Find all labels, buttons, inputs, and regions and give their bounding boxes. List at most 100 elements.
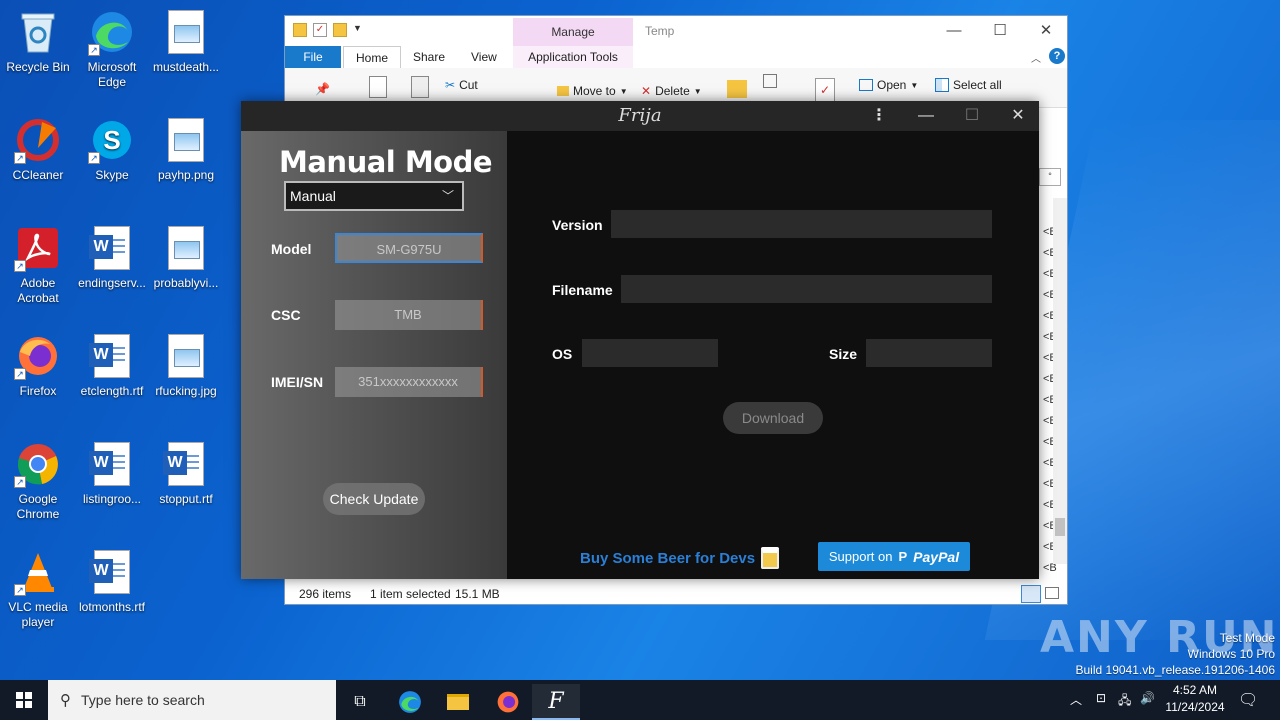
desktop-icon-file[interactable]: W endingserv... bbox=[74, 224, 150, 291]
desktop-icon-label: CCleaner bbox=[12, 168, 64, 182]
new-item-icon[interactable] bbox=[763, 74, 777, 88]
copy-icon[interactable] bbox=[369, 76, 387, 98]
desktop-icon-edge[interactable]: ↗ Microsoft Edge bbox=[74, 8, 150, 90]
open-button[interactable]: Open ▼ bbox=[859, 78, 918, 92]
download-button[interactable]: Download bbox=[723, 402, 823, 434]
select-all-button[interactable]: Select all bbox=[935, 78, 1002, 92]
test-mode-label: Test Mode bbox=[1219, 631, 1275, 645]
properties-icon[interactable]: ✓ bbox=[815, 78, 835, 102]
clock-time: 4:52 AM bbox=[1172, 683, 1218, 697]
select-all-label: Select all bbox=[953, 78, 1002, 92]
network-icon[interactable]: 🖧 bbox=[1118, 691, 1131, 712]
imei-input[interactable]: 351xxxxxxxxxxxx bbox=[335, 367, 483, 397]
mode-dropdown-value: Manual bbox=[290, 188, 336, 204]
scissors-icon: ✂ bbox=[445, 78, 456, 92]
firefox-icon: ↗ bbox=[14, 332, 62, 380]
cut-button[interactable]: ✂ Cut bbox=[445, 78, 478, 92]
desktop-icon-firefox[interactable]: ↗ Firefox bbox=[0, 332, 76, 399]
taskbar-clock[interactable]: 4:52 AM 11/24/2024 bbox=[1160, 682, 1230, 716]
network-device-icon[interactable]: ⊡ bbox=[1096, 691, 1106, 705]
chevron-down-icon[interactable]: ▼ bbox=[353, 23, 367, 37]
more-options-icon[interactable]: ⋮ bbox=[856, 101, 902, 131]
frija-taskbar-icon[interactable]: F bbox=[532, 684, 580, 720]
csc-label: CSC bbox=[271, 307, 301, 323]
task-view-icon[interactable]: ⧉ bbox=[336, 684, 384, 720]
beer-mug-icon bbox=[761, 547, 780, 569]
model-input[interactable]: SM-G975U bbox=[335, 233, 483, 263]
frija-window[interactable]: Frija ⋮ — ☐ ✕ Manual Mode Manual ﹀ Model… bbox=[241, 101, 1039, 579]
explorer-titlebar[interactable]: ✓ ▼ Manage Temp — ☐ ✕ bbox=[285, 16, 1067, 46]
move-to-button[interactable]: Move to ▼ bbox=[557, 84, 628, 98]
pin-icon[interactable]: 📌 bbox=[315, 82, 330, 96]
close-button[interactable]: ✕ bbox=[1023, 20, 1069, 44]
large-icons-view-icon[interactable] bbox=[1045, 587, 1059, 599]
maximize-button[interactable]: ☐ bbox=[949, 101, 995, 131]
desktop-icon-label: Firefox bbox=[19, 384, 57, 398]
properties-icon[interactable]: ✓ bbox=[313, 23, 327, 37]
csc-input[interactable]: TMB bbox=[335, 300, 483, 330]
chevron-down-icon: ﹀ bbox=[441, 189, 454, 203]
desktop-icon-label: endingserv... bbox=[78, 276, 146, 290]
tab-file[interactable]: File bbox=[285, 46, 341, 68]
maximize-button[interactable]: ☐ bbox=[977, 20, 1023, 44]
build-label: Build 19041.vb_release.191206-1406 bbox=[1075, 663, 1276, 677]
desktop-icon-file[interactable]: probablyvi... bbox=[148, 224, 224, 291]
scrollbar-thumb[interactable] bbox=[1055, 518, 1065, 536]
desktop-icon-recycle-bin[interactable]: Recycle Bin bbox=[0, 8, 76, 75]
desktop-icon-file[interactable]: W etclength.rtf bbox=[74, 332, 150, 399]
volume-icon[interactable]: 🔊 bbox=[1140, 691, 1155, 705]
start-button[interactable] bbox=[0, 680, 48, 720]
collapse-ribbon-icon[interactable]: ︿ bbox=[1031, 50, 1041, 65]
tab-view[interactable]: View bbox=[459, 46, 509, 68]
minimize-button[interactable]: — bbox=[903, 101, 949, 131]
word-file-icon: W bbox=[88, 332, 136, 380]
vertical-scrollbar[interactable] bbox=[1053, 198, 1067, 564]
details-view-icon[interactable] bbox=[1021, 585, 1041, 603]
mode-dropdown[interactable]: Manual ﹀ bbox=[284, 181, 464, 211]
status-bar: 296 items 1 item selected 15.1 MB bbox=[285, 584, 1067, 604]
tab-share[interactable]: Share bbox=[401, 46, 457, 68]
new-folder-icon[interactable] bbox=[333, 23, 347, 37]
new-folder-icon[interactable] bbox=[727, 80, 747, 98]
status-size: 15.1 MB bbox=[455, 587, 500, 601]
desktop-icon-label: VLC media player bbox=[8, 600, 68, 629]
tab-application-tools[interactable]: Application Tools bbox=[513, 46, 633, 68]
desktop-icon-skype[interactable]: S ↗ Skype bbox=[74, 116, 150, 183]
image-file-icon bbox=[162, 224, 210, 272]
file-explorer-taskbar-icon[interactable] bbox=[434, 684, 482, 720]
desktop-icon-label: mustdeath... bbox=[152, 60, 220, 74]
folder-icon[interactable] bbox=[293, 23, 307, 37]
buy-beer-link[interactable]: Buy Some Beer for Devs bbox=[580, 547, 780, 569]
desktop-icon-vlc[interactable]: ↗ VLC media player bbox=[0, 548, 76, 630]
close-button[interactable]: ✕ bbox=[995, 101, 1041, 131]
desktop-icon-file[interactable]: mustdeath... bbox=[148, 8, 224, 75]
size-label: Size bbox=[829, 346, 858, 362]
frija-right-panel: Version Filename OS Size Download Buy So… bbox=[507, 131, 1039, 579]
desktop-icon-file[interactable]: rfucking.jpg bbox=[148, 332, 224, 399]
vlc-icon: ↗ bbox=[14, 548, 62, 596]
paste-icon[interactable] bbox=[411, 76, 429, 98]
delete-button[interactable]: ✕ Delete ▼ bbox=[641, 84, 702, 98]
taskbar-search-box[interactable]: ⚲ Type here to search bbox=[48, 680, 336, 720]
desktop-icon-ccleaner[interactable]: ↗ CCleaner bbox=[0, 116, 76, 183]
chrome-icon: ↗ bbox=[14, 440, 62, 488]
help-icon[interactable]: ? bbox=[1049, 48, 1065, 64]
edge-taskbar-icon[interactable] bbox=[386, 684, 434, 720]
desktop-icon-file[interactable]: W listingroo... bbox=[74, 440, 150, 507]
desktop-icon-file[interactable]: payhp.png bbox=[148, 116, 224, 183]
tab-home[interactable]: Home bbox=[343, 46, 402, 68]
image-file-icon bbox=[162, 8, 210, 56]
notifications-icon[interactable]: 🗨 bbox=[1238, 690, 1258, 710]
manage-tab[interactable]: Manage bbox=[513, 18, 633, 46]
minimize-button[interactable]: — bbox=[931, 20, 977, 44]
firefox-taskbar-icon[interactable] bbox=[484, 684, 532, 720]
desktop-icon-acrobat[interactable]: ↗ Adobe Acrobat bbox=[0, 224, 76, 306]
version-field bbox=[611, 210, 992, 238]
desktop-icon-chrome[interactable]: ↗ Google Chrome bbox=[0, 440, 76, 522]
show-hidden-icons[interactable]: ︿ bbox=[1070, 691, 1082, 708]
desktop-icon-file[interactable]: W lotmonths.rtf bbox=[74, 548, 150, 615]
frija-titlebar[interactable]: Frija ⋮ — ☐ ✕ bbox=[241, 101, 1039, 131]
paypal-support-button[interactable]: Support on P PayPal bbox=[818, 542, 970, 571]
check-update-button[interactable]: Check Update bbox=[323, 483, 425, 515]
desktop-icon-file[interactable]: W stopput.rtf bbox=[148, 440, 224, 507]
